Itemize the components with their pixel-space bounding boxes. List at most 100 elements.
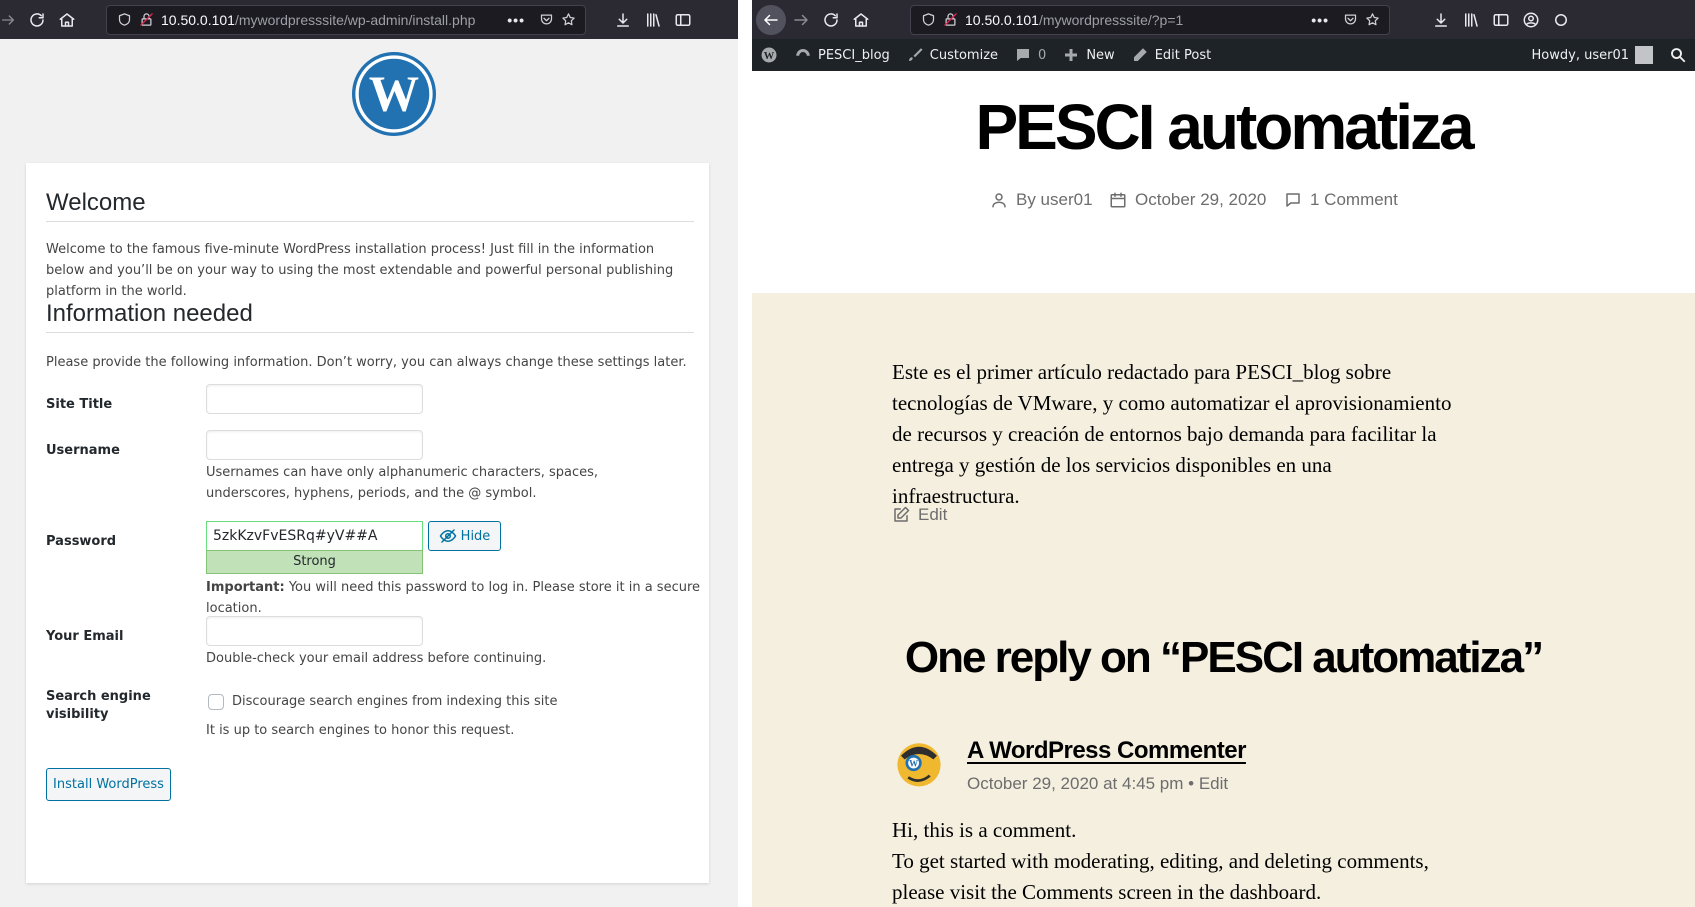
download-icon[interactable]: [1426, 5, 1456, 35]
email-label: Your Email: [46, 629, 124, 644]
wp-admin-bar: W PESCI_blog Customize 0 New Edit Post H…: [752, 39, 1695, 71]
window-gap: [738, 0, 752, 907]
username-input[interactable]: [206, 430, 423, 460]
edit-post-label: Edit Post: [1154, 47, 1212, 63]
shield-icon[interactable]: [917, 9, 939, 31]
search-visibility-label: Search engine visibility: [46, 689, 151, 722]
comments-count: 0: [1038, 47, 1047, 63]
password-input[interactable]: 5zkKzvFvESRq#yV##A: [206, 521, 423, 551]
commenter-avatar-icon: W: [897, 743, 941, 787]
comment-bubble-icon: [1017, 49, 1030, 61]
comment-line: Hi, this is a comment.: [892, 818, 1077, 842]
edit-post-link[interactable]: Edit: [892, 505, 947, 525]
author-text: By user01: [1016, 190, 1093, 209]
admin-bar-customize[interactable]: Customize: [898, 39, 1006, 71]
home-icon[interactable]: [846, 5, 876, 35]
avatar: [1635, 46, 1653, 64]
admin-bar-site[interactable]: PESCI_blog: [786, 39, 898, 71]
password-label: Password: [46, 534, 117, 549]
comments-text: 1 Comment: [1310, 190, 1398, 209]
address-bar[interactable]: 10.50.0.101/mywordpresssite/?p=1 •••: [910, 4, 1390, 35]
admin-bar-search[interactable]: [1661, 39, 1695, 71]
extension-icon[interactable]: [1546, 5, 1576, 35]
bookmark-star-icon[interactable]: [557, 9, 579, 31]
welcome-heading: Welcome: [46, 189, 146, 216]
password-important-note: Important: You will need this password t…: [206, 577, 706, 619]
url-host: 10.50.0.101: [161, 11, 235, 28]
reload-icon[interactable]: [816, 5, 846, 35]
edit-icon: [894, 506, 910, 522]
search-icon: [1671, 48, 1686, 63]
right-browser-window: 10.50.0.101/mywordpresssite/?p=1 ••• W P…: [752, 0, 1695, 907]
page-actions-icon[interactable]: •••: [1311, 12, 1329, 28]
site-title-input[interactable]: [206, 384, 423, 414]
post-date[interactable]: October 29, 2020: [1109, 190, 1266, 210]
sidebar-icon[interactable]: [1486, 5, 1516, 35]
url-path: /mywordpresssite/?p=1: [1038, 11, 1184, 28]
discourage-search-checkbox[interactable]: [208, 694, 224, 710]
forward-icon[interactable]: [786, 5, 816, 35]
post-author[interactable]: By user01: [990, 190, 1093, 210]
calendar-icon: [1110, 192, 1126, 208]
divider: [46, 332, 694, 333]
post-title: PESCI automatiza: [975, 91, 1474, 163]
comment-line: please visit the Comments screen in the …: [892, 880, 1322, 904]
insecure-lock-icon[interactable]: [939, 9, 961, 31]
page-actions-icon[interactable]: •••: [507, 12, 525, 28]
install-wordpress-button[interactable]: Install WordPress: [46, 768, 171, 801]
home-icon[interactable]: [52, 5, 82, 35]
email-hint: Double-check your email address before c…: [206, 651, 547, 666]
date-text: October 29, 2020: [1135, 190, 1267, 209]
site-title-label: Site Title: [46, 397, 113, 412]
pocket-icon[interactable]: [1339, 9, 1361, 31]
url-host: 10.50.0.101: [965, 11, 1039, 28]
welcome-text: Welcome to the famous five-minute WordPr…: [46, 242, 674, 299]
admin-bar-comments[interactable]: 0: [1006, 39, 1054, 71]
divider: [46, 221, 694, 222]
back-button[interactable]: [756, 4, 786, 35]
back-arrow-icon: [763, 14, 778, 25]
comment-text: Hi, this is a comment. To get started wi…: [892, 815, 1452, 907]
username-label: Username: [46, 443, 120, 458]
new-label: New: [1086, 47, 1115, 63]
wp-admin-logo[interactable]: W: [752, 39, 786, 71]
library-icon[interactable]: [1456, 5, 1486, 35]
reload-icon[interactable]: [22, 5, 52, 35]
account-icon[interactable]: [1516, 5, 1546, 35]
username-hint: Usernames can have only alphanumeric cha…: [206, 465, 599, 501]
admin-bar-account[interactable]: Howdy, user01: [1524, 39, 1661, 71]
info-text: Please provide the following information…: [46, 355, 687, 370]
search-hint: It is up to search engines to honor this…: [206, 723, 515, 738]
svg-text:W: W: [909, 759, 918, 769]
person-icon: [992, 193, 1006, 208]
address-bar[interactable]: 10.50.0.101/mywordpresssite/wp-admin/ins…: [106, 4, 586, 35]
sidebar-icon[interactable]: [668, 5, 698, 35]
install-form-card: Welcome Welcome to the famous five-minut…: [26, 163, 709, 883]
brush-icon: [908, 48, 923, 61]
left-browser-window: 10.50.0.101/mywordpresssite/wp-admin/ins…: [0, 0, 738, 907]
hide-password-button[interactable]: Hide: [428, 521, 501, 551]
download-icon[interactable]: [608, 5, 638, 35]
svg-text:W: W: [764, 51, 775, 62]
important-label: Important:: [206, 580, 285, 595]
admin-bar-new[interactable]: New: [1054, 39, 1122, 71]
forward-icon[interactable]: [0, 5, 16, 35]
shield-icon[interactable]: [113, 9, 135, 31]
wordpress-icon: W: [761, 47, 777, 63]
howdy-label: Howdy, user01: [1531, 47, 1629, 63]
admin-bar-edit-post[interactable]: Edit Post: [1123, 39, 1220, 71]
insecure-lock-icon[interactable]: [135, 9, 157, 31]
post-body-text: Este es el primer artículo redactado par…: [892, 360, 1452, 508]
pocket-icon[interactable]: [535, 9, 557, 31]
info-heading: Information needed: [46, 300, 253, 327]
comment-author-link[interactable]: A WordPress Commenter: [967, 737, 1246, 765]
library-icon[interactable]: [638, 5, 668, 35]
bookmark-star-icon[interactable]: [1361, 9, 1383, 31]
svg-text:W: W: [369, 66, 419, 122]
post-comments-link[interactable]: 1 Comment: [1284, 190, 1398, 210]
email-input[interactable]: [206, 616, 423, 646]
wordpress-logo-icon: W: [352, 52, 436, 136]
discourage-search-label[interactable]: Discourage search engines from indexing …: [232, 691, 632, 712]
pencil-icon: [1133, 48, 1147, 61]
comment-date-line[interactable]: October 29, 2020 at 4:45 pm • Edit: [967, 774, 1228, 794]
